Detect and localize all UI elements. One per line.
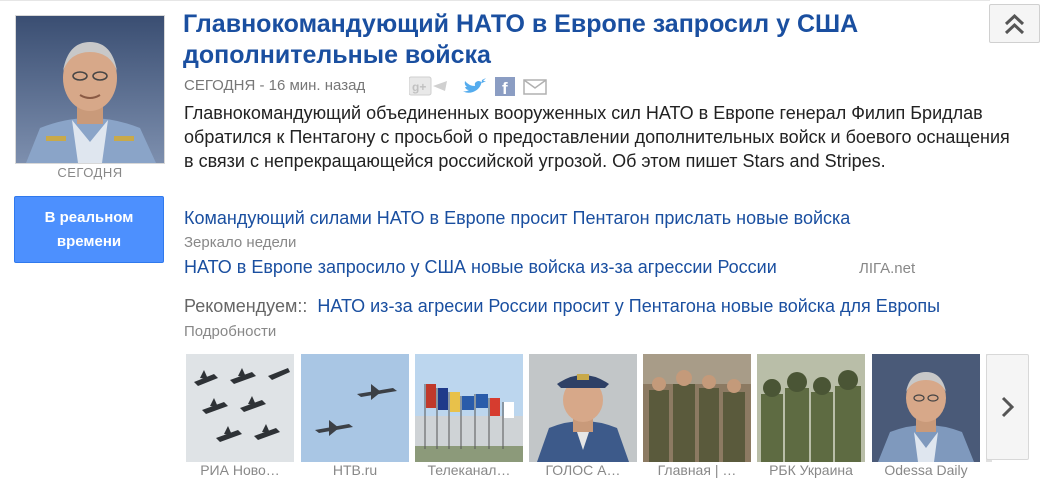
twitter-icon[interactable] — [463, 78, 486, 93]
svg-text:g+: g+ — [412, 80, 426, 94]
related-link-2[interactable]: НАТО в Европе запросило у США новые войс… — [184, 257, 777, 278]
story-snippet: Главнокомандующий объединенных вооруженн… — [184, 103, 1010, 171]
thumbnail-caption: СЕГОДНЯ — [57, 165, 123, 180]
image-tile-2[interactable] — [301, 354, 409, 462]
top-divider — [0, 0, 990, 1]
image-tile-1[interactable] — [186, 354, 294, 462]
image-tile-4[interactable] — [529, 354, 637, 462]
image-source-4[interactable]: ГОЛОС А… — [529, 462, 637, 478]
story-thumbnail[interactable] — [15, 15, 165, 164]
facebook-icon[interactable]: f — [495, 77, 515, 98]
image-source-1[interactable]: РИА Ново… — [186, 462, 294, 478]
image-tile-6[interactable] — [757, 354, 865, 462]
share-icons: g+ f — [408, 75, 549, 98]
related-source-2: ЛІГА.net — [859, 260, 916, 277]
recommended-link[interactable]: НАТО из-за агресии России просит у Пента… — [317, 296, 940, 316]
image-source-2[interactable]: НТВ.ru — [301, 462, 409, 478]
recommended-label: Рекомендуем:: — [184, 296, 308, 316]
related-source-1: Зеркало недели — [184, 234, 297, 251]
chevron-right-icon — [1001, 396, 1015, 418]
image-tile-3[interactable] — [415, 354, 523, 462]
story-headline[interactable]: Главнокомандующий НАТО в Европе запросил… — [183, 9, 973, 71]
collapse-button[interactable] — [989, 4, 1040, 43]
mail-icon[interactable] — [523, 79, 547, 95]
double-chevron-up-icon — [1004, 13, 1025, 35]
google-plus-icon[interactable]: g+ — [408, 76, 447, 96]
realtime-button[interactable]: В реальном времени — [14, 196, 164, 263]
related-link-1[interactable]: Командующий силами НАТО в Европе просит … — [184, 208, 850, 229]
next-images-button[interactable] — [986, 354, 1029, 460]
recommended-source: Подробности — [184, 323, 277, 340]
image-source-6[interactable]: РБК Украина — [757, 462, 865, 478]
image-source-5[interactable]: Главная | … — [643, 462, 751, 478]
image-tile-5[interactable] — [643, 354, 751, 462]
image-tile-7[interactable] — [872, 354, 980, 462]
svg-text:f: f — [502, 79, 508, 97]
image-source-7[interactable]: Odessa Daily — [872, 462, 980, 478]
recommended-block: Рекомендуем:: НАТО из-за агресии России … — [184, 294, 984, 344]
image-source-3[interactable]: Телеканал… — [415, 462, 523, 478]
story-timestamp: СЕГОДНЯ - 16 мин. назад — [184, 77, 366, 94]
